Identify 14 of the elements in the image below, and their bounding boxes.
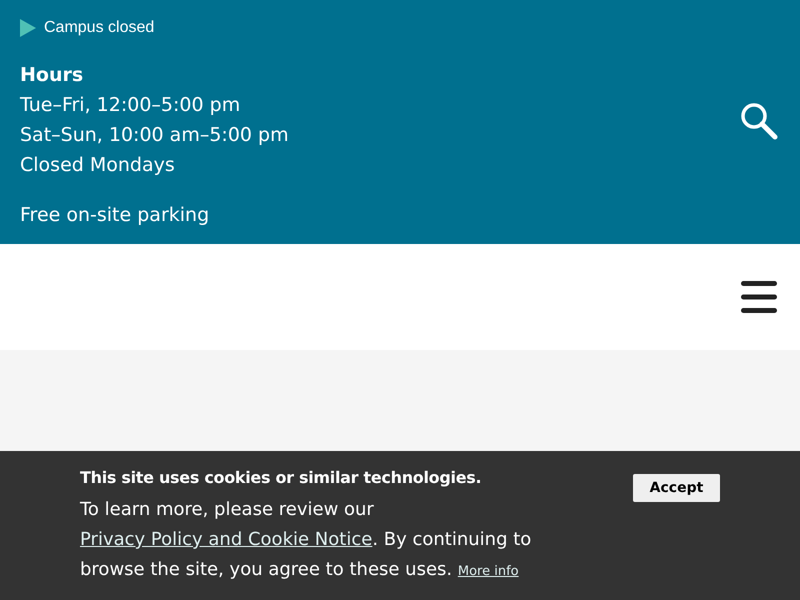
hours-line: Closed Mondays [20, 153, 176, 178]
hours-line: Tue–Fri, 12:00–5:00 pm [20, 93, 242, 118]
alert-text: Campus closed [44, 18, 154, 38]
more-info-link[interactable]: More info [458, 564, 519, 579]
privacy-policy-link[interactable]: Privacy Policy and Cookie Notice [80, 529, 372, 550]
hours-line: Sat–Sun, 10:00 am–5:00 pm [20, 123, 289, 148]
accept-button[interactable]: Accept [633, 474, 720, 502]
parking-info: Free on-site parking [20, 203, 210, 228]
hours-heading: Hours [20, 63, 84, 88]
cookie-notice-text: To learn more, please review our Privacy Policy and Cookie Notice. By continuing to browse the site, you agree to these uses. More info [80, 498, 532, 582]
cookie-title: This site uses cookies or similar technologies. [80, 467, 482, 489]
search-icon[interactable] [740, 102, 778, 140]
menu-button[interactable] [740, 280, 778, 314]
play-icon [20, 19, 36, 37]
